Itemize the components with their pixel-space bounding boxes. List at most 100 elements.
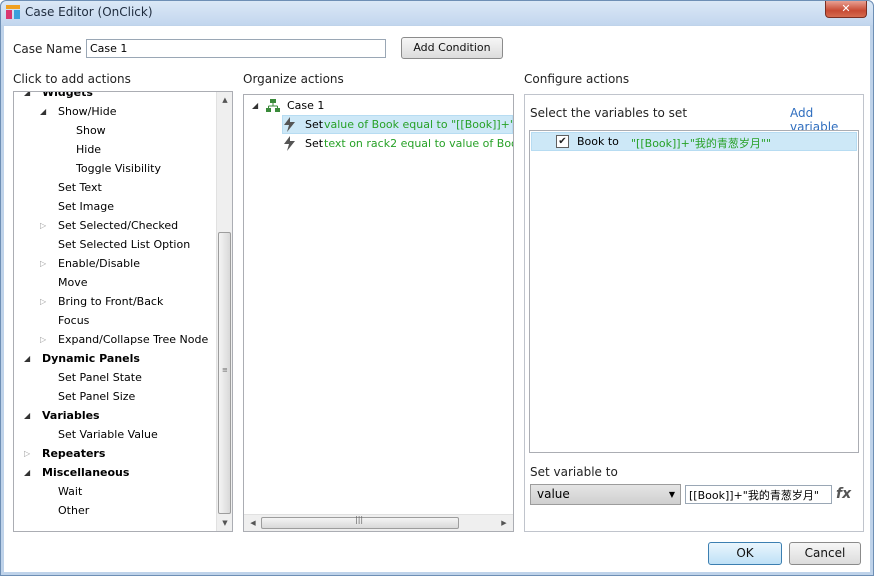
action-verb: Set	[305, 137, 324, 150]
variable-checkbox[interactable]: ✔	[556, 135, 569, 148]
tree-item[interactable]: ▷ Bring to Front/Back	[14, 292, 216, 311]
case-tree-icon	[266, 99, 280, 112]
tree-item-label: Show/Hide	[58, 105, 117, 118]
tree-item-label: Widgets	[42, 91, 93, 99]
tree-item[interactable]: ◢ Variables	[14, 406, 216, 425]
expand-open-icon[interactable]: ◢	[24, 406, 30, 425]
case-node[interactable]: ◢ Case 1	[244, 96, 513, 115]
tree-item-label: Focus	[58, 314, 90, 327]
tree-item-label: Move	[58, 276, 88, 289]
configure-actions-panel: Select the variables to set Add variable…	[524, 94, 864, 532]
tree-item[interactable]: ▷ Repeaters	[14, 444, 216, 463]
tree-item-label: Enable/Disable	[58, 257, 140, 270]
expression-input[interactable]	[685, 485, 832, 504]
fx-icon[interactable]: fx	[836, 486, 851, 502]
dialog-body: Case Name Add Condition Click to add act…	[4, 26, 870, 572]
add-condition-button[interactable]: Add Condition	[401, 37, 503, 59]
scroll-thumb[interactable]: ≡	[218, 232, 231, 514]
organize-hscrollbar[interactable]: ◀ ||| ▶	[244, 514, 513, 531]
tree-item-label: Set Panel Size	[58, 390, 136, 403]
variable-value: "[[Book]]+"我的青葱岁月""	[631, 137, 771, 150]
expand-closed-icon[interactable]: ▷	[40, 216, 46, 235]
tree-item[interactable]: ▷ Set Selected/Checked	[14, 216, 216, 235]
tree-item[interactable]: Focus	[14, 311, 216, 330]
action-detail: value of Book equal to "[[Book]]+"我的青	[324, 118, 513, 131]
tree-item-label: Show	[76, 124, 106, 137]
actions-tree-scrollbar[interactable]: ▲ ≡ ▼	[216, 92, 232, 531]
tree-item[interactable]: Set Panel Size	[14, 387, 216, 406]
expand-closed-icon[interactable]: ▷	[40, 254, 46, 273]
tree-item-label: Toggle Visibility	[76, 162, 161, 175]
tree-item[interactable]: Hide	[14, 140, 216, 159]
tree-item-label: Repeaters	[42, 447, 106, 460]
set-variable-to-label: Set variable to	[530, 465, 618, 479]
dropdown-arrow-icon: ▼	[668, 490, 675, 499]
tree-item-label: Variables	[42, 409, 100, 422]
tree-item[interactable]: ◢ Widgets	[14, 91, 216, 102]
variable-row[interactable]: ✔ Book to "[[Book]]+"我的青葱岁月""	[531, 132, 857, 151]
left-panel-heading: Click to add actions	[13, 72, 131, 86]
ok-button[interactable]: OK	[708, 542, 782, 565]
case-name-label: Case Name	[13, 42, 82, 56]
horizontal-scroll-thumb[interactable]: |||	[261, 515, 459, 529]
expand-open-icon[interactable]: ◢	[24, 349, 30, 368]
value-type-dropdown[interactable]: value ▼	[530, 484, 681, 505]
tree-item[interactable]: Set Variable Value	[14, 425, 216, 444]
expand-closed-icon[interactable]: ▷	[40, 330, 46, 349]
tree-item[interactable]: Set Text	[14, 178, 216, 197]
expand-open-icon[interactable]: ◢	[24, 463, 30, 482]
lightning-icon	[284, 117, 295, 132]
tree-item[interactable]: Show	[14, 121, 216, 140]
action-verb: Set	[305, 118, 324, 131]
tree-item[interactable]: ◢ Miscellaneous	[14, 463, 216, 482]
select-variables-label: Select the variables to set	[530, 106, 688, 120]
tree-item-label: Set Selected/Checked	[58, 219, 179, 232]
case-editor-window: Case Editor (OnClick) ✕ Case Name Add Co…	[0, 0, 874, 576]
tree-item-label: Bring to Front/Back	[58, 295, 164, 308]
dropdown-value: value	[537, 487, 570, 501]
tree-item-label: Wait	[58, 485, 83, 498]
organize-actions-panel: ◢ Case 1 Set value of Book equal to "[[B…	[243, 94, 514, 532]
expand-closed-icon[interactable]: ▷	[40, 292, 46, 311]
app-icon	[6, 5, 20, 19]
cancel-button[interactable]: Cancel	[789, 542, 861, 565]
tree-item[interactable]: ▷ Enable/Disable	[14, 254, 216, 273]
actions-tree-panel: ◢ Widgets ◢ Show/Hide Show Hide Toggle Visibil…	[13, 91, 233, 532]
organize-heading: Organize actions	[243, 72, 344, 86]
tree-item[interactable]: Wait	[14, 482, 216, 501]
tree-item[interactable]: Move	[14, 273, 216, 292]
tree-item-label: Other	[58, 504, 90, 517]
tree-item-label: Hide	[76, 143, 102, 156]
tree-item-label: Set Selected List Option	[58, 238, 191, 251]
scroll-left-icon[interactable]: ◀	[245, 515, 261, 531]
title-bar[interactable]: Case Editor (OnClick) ✕	[1, 1, 873, 25]
scroll-up-icon[interactable]: ▲	[217, 92, 232, 108]
action-detail: text on rack2 equal to value of Book	[324, 137, 513, 150]
scroll-down-icon[interactable]: ▼	[217, 515, 232, 531]
expand-open-icon[interactable]: ◢	[40, 102, 46, 121]
variable-name: Book to	[577, 135, 619, 148]
tree-item[interactable]: ▷ Expand/Collapse Tree Node	[14, 330, 216, 349]
close-button[interactable]: ✕	[825, 1, 867, 18]
tree-item-label: Set Variable Value	[58, 428, 158, 441]
tree-item[interactable]: Set Panel State	[14, 368, 216, 387]
tree-item[interactable]: Toggle Visibility	[14, 159, 216, 178]
tree-item[interactable]: Set Selected List Option	[14, 235, 216, 254]
tree-item[interactable]: Other	[14, 501, 216, 520]
tree-item-label: Set Panel State	[58, 371, 142, 384]
expand-open-icon[interactable]: ◢	[24, 92, 30, 102]
tree-item[interactable]: ◢ Show/Hide	[14, 102, 216, 121]
variables-list: ✔ Book to "[[Book]]+"我的青葱岁月""	[529, 130, 859, 453]
expand-closed-icon[interactable]: ▷	[24, 444, 30, 463]
action-item[interactable]: Set value of Book equal to "[[Book]]+"我的…	[282, 115, 513, 134]
case-node-label: Case 1	[287, 99, 325, 112]
action-item[interactable]: Set text on rack2 equal to value of Book	[282, 134, 513, 153]
scroll-right-icon[interactable]: ▶	[496, 515, 512, 531]
case-name-input[interactable]	[86, 39, 386, 58]
tree-item-label: Dynamic Panels	[42, 352, 140, 365]
tree-item[interactable]: Set Image	[14, 197, 216, 216]
tree-item-label: Miscellaneous	[42, 466, 130, 479]
configure-heading: Configure actions	[524, 72, 630, 86]
expand-open-icon: ◢	[252, 101, 259, 110]
tree-item[interactable]: ◢ Dynamic Panels	[14, 349, 216, 368]
